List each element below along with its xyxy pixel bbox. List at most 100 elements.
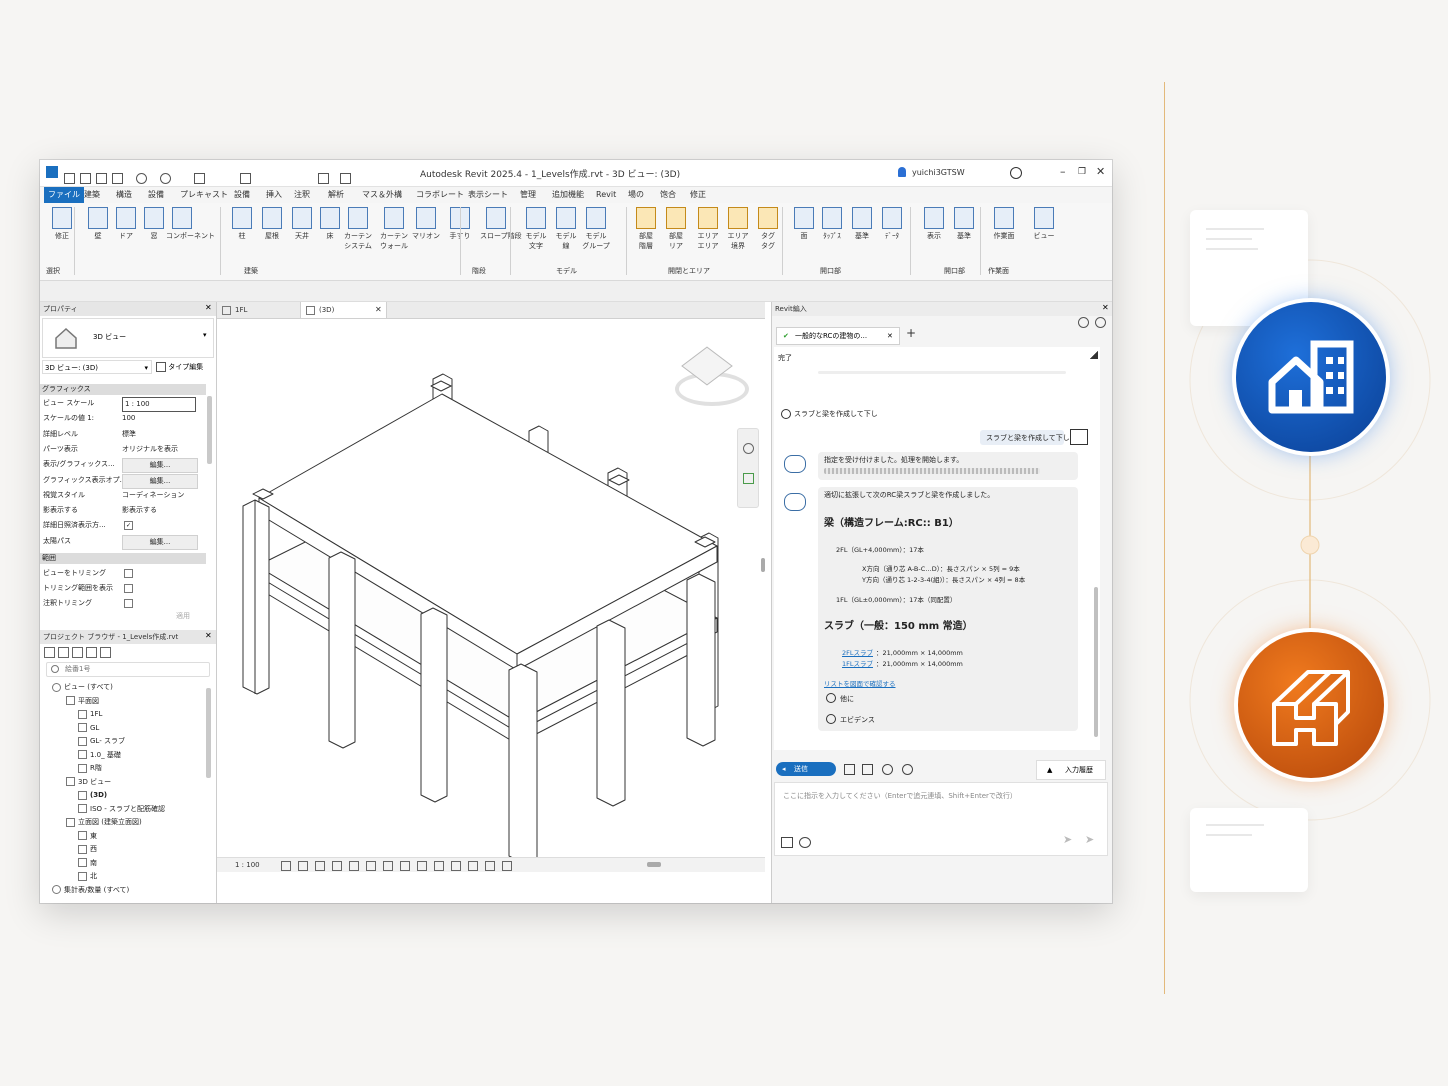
ribbon-button-6[interactable]: 屋根	[256, 207, 288, 241]
radio-icon[interactable]	[826, 714, 836, 724]
ribbon-button-27[interactable]: 基準	[948, 207, 980, 241]
ribbon-button-24[interactable]: 基準	[846, 207, 878, 241]
radio-icon[interactable]	[781, 409, 791, 419]
view-selector[interactable]: 3D ビュー: (3D) ▾	[42, 360, 152, 374]
property-value[interactable]: 100	[122, 412, 135, 425]
tab-6[interactable]: 挿入	[266, 187, 282, 203]
view-control-icon[interactable]	[434, 861, 444, 871]
eye-icon[interactable]	[799, 837, 811, 848]
maximize-button[interactable]: ❐	[1078, 167, 1086, 177]
chat-scrollbar[interactable]	[1094, 587, 1098, 737]
tree-item[interactable]: R階	[78, 763, 102, 773]
option-other[interactable]: 他に	[840, 694, 854, 704]
bookmark-icon[interactable]	[882, 764, 893, 775]
ribbon-button-23[interactable]: ﾀｯﾌﾟｽ	[816, 207, 848, 241]
ribbon-button-29[interactable]: ビュー	[1028, 207, 1060, 241]
view-control-icon[interactable]	[400, 861, 410, 871]
ribbon-button-25[interactable]: ﾃﾞｰﾀ	[876, 207, 908, 241]
tree-item[interactable]: 平面図	[66, 696, 99, 706]
list-link[interactable]: リストを図面で確認する	[824, 678, 896, 688]
tree-item[interactable]: 西	[78, 844, 97, 854]
send-alt-icon[interactable]: ➤	[1085, 833, 1094, 846]
close-icon[interactable]: ✕	[205, 631, 212, 640]
tab-2[interactable]: 構造	[116, 187, 132, 203]
tab-15[interactable]: 場の	[628, 187, 644, 203]
tree-item[interactable]: ビュー (すべて)	[52, 682, 113, 692]
ribbon-button-21[interactable]: タグ タグ	[752, 207, 784, 251]
group-icon[interactable]	[100, 647, 111, 658]
tab-1[interactable]: 建築	[84, 187, 100, 203]
undo-icon[interactable]	[136, 173, 147, 184]
input-history-button[interactable]: ▲ 入力履歴	[1036, 760, 1106, 780]
help-icon[interactable]	[1010, 167, 1022, 179]
slab-link[interactable]: 2FLスラブ	[842, 647, 873, 657]
property-value[interactable]: 影表示する	[122, 504, 157, 517]
ribbon-button-9[interactable]: カーテン システム	[342, 207, 374, 251]
view-control-icon[interactable]	[366, 861, 376, 871]
tab-3[interactable]: 設備	[148, 187, 164, 203]
zoom-icon[interactable]	[743, 473, 754, 484]
scrollbar[interactable]	[206, 688, 211, 778]
steering-wheel-icon[interactable]	[743, 443, 754, 454]
tree-item[interactable]: 南	[78, 858, 97, 868]
tree-item[interactable]: 集計表/数量 (すべて)	[52, 885, 129, 895]
checkbox[interactable]	[124, 584, 133, 593]
tree-item[interactable]: 1.0_ 基礎	[78, 750, 121, 760]
view-control-icon[interactable]	[451, 861, 461, 871]
tab-17[interactable]: 修正	[690, 187, 706, 203]
sheet-icon[interactable]	[72, 647, 83, 658]
tab-10[interactable]: コラボレート	[416, 187, 464, 203]
property-value[interactable]: 標準	[122, 428, 136, 441]
tree-item[interactable]: 3D ビュー	[66, 777, 111, 787]
image-attach-icon[interactable]	[781, 837, 793, 848]
checkbox[interactable]	[124, 599, 133, 608]
revit-logo-icon[interactable]	[46, 166, 58, 178]
property-value[interactable]: コーディネーション	[122, 489, 184, 502]
vertical-scrollbar[interactable]	[761, 558, 765, 572]
tree-item[interactable]: GL	[78, 723, 99, 733]
property-value[interactable]: 編集...	[122, 458, 198, 474]
horizontal-scrollbar[interactable]	[647, 862, 661, 867]
view-control-icon[interactable]	[417, 861, 427, 871]
minimize-button[interactable]: –	[1060, 165, 1066, 178]
tab-4[interactable]: プレキャスト	[180, 187, 228, 203]
scrollbar[interactable]	[207, 396, 212, 464]
checkbox[interactable]: ✓	[124, 521, 133, 531]
redo-icon[interactable]	[160, 173, 171, 184]
text-icon[interactable]	[318, 173, 329, 184]
tree-item[interactable]: GL- スラブ	[78, 736, 125, 746]
radio-icon[interactable]	[826, 693, 836, 703]
chat-tab[interactable]: ✔ 一般的なRCの建物の... ✕	[776, 327, 900, 345]
user-icon[interactable]	[898, 167, 906, 177]
tree-item[interactable]: (3D)	[78, 790, 107, 800]
tree-item[interactable]: 東	[78, 831, 97, 841]
ribbon-button-13[interactable]: スロープ階段	[480, 207, 522, 241]
ribbon-button-28[interactable]: 作業面	[988, 207, 1020, 241]
view-control-icon[interactable]	[468, 861, 478, 871]
tab-9[interactable]: マス＆外構	[362, 187, 402, 203]
ribbon-button-10[interactable]: カーテン ウォール	[378, 207, 410, 251]
history-icon[interactable]	[1078, 317, 1089, 328]
view-control-icon[interactable]	[502, 861, 512, 871]
close-icon[interactable]: ✕	[205, 303, 212, 312]
type-selector[interactable]: 3D ビュー ▾	[42, 318, 214, 358]
ribbon-button-20[interactable]: エリア 境界	[722, 207, 754, 251]
tab-12[interactable]: 管理	[520, 187, 536, 203]
tab-7[interactable]: 注釈	[294, 187, 310, 203]
close-icon[interactable]: ✕	[887, 328, 893, 344]
close-icon[interactable]: ✕	[1102, 303, 1109, 312]
input-placeholder[interactable]: ここに指示を入力してください（Enterで追元連填、Shift+Enterで改行…	[783, 791, 1017, 801]
view-cube[interactable]	[667, 340, 749, 412]
close-button[interactable]: ✕	[1096, 165, 1105, 178]
view-control-icon[interactable]	[332, 861, 342, 871]
browser-search[interactable]	[46, 662, 210, 677]
image-icon[interactable]	[862, 764, 873, 775]
sync-icon[interactable]	[112, 173, 123, 184]
tree-item[interactable]: 1FL	[78, 709, 102, 719]
user-name[interactable]: yuichi3GTSW	[912, 168, 965, 177]
send-mode-button[interactable]: ◂ 送信	[776, 762, 836, 776]
new-chat-button[interactable]: +	[906, 326, 916, 340]
new-icon[interactable]	[64, 173, 75, 184]
family-icon[interactable]	[86, 647, 97, 658]
ribbon-button-19[interactable]: エリア エリア	[692, 207, 724, 251]
